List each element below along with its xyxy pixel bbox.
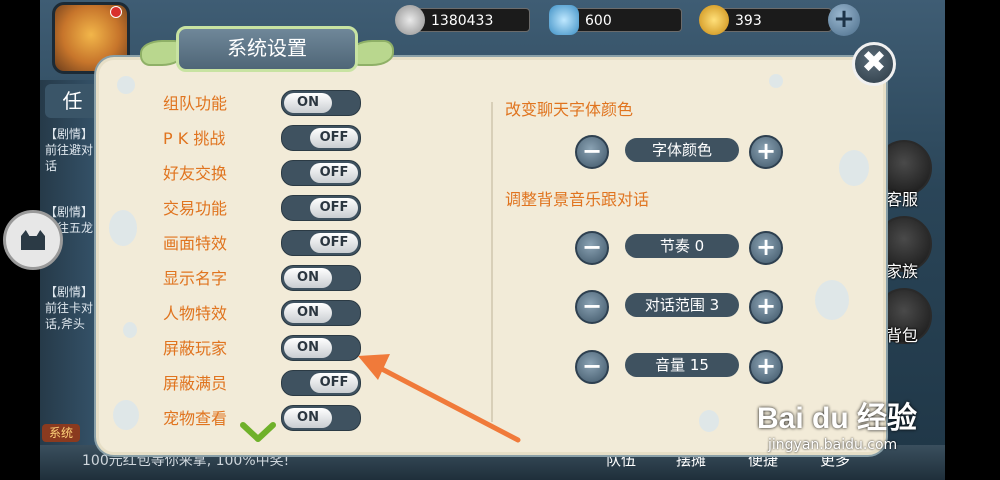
decor-spot [117,76,135,94]
silver-counter: 1380433 [395,5,530,35]
crystal-icon [549,5,579,35]
toggle-knob: OFF [310,198,358,218]
audio-heading: 调整背景音乐跟对话 [505,190,650,209]
toggle-knob: ON [284,268,332,288]
plus-icon[interactable]: + [749,135,783,169]
quest-item[interactable]: 【剧情】前往卡对话,斧头 [45,284,100,332]
add-currency-button[interactable]: + [828,4,860,36]
toggle-knob: ON [284,338,332,358]
setting-label: 人物特效 [163,304,228,323]
dialog-range-label: 对话范围 3 [625,293,739,317]
minus-icon[interactable]: − [575,290,609,324]
block-full-toggle[interactable]: OFF [281,370,361,396]
decor-spot [839,150,869,186]
volume-label: 音量 15 [625,353,739,377]
toggle-knob: ON [284,408,332,428]
decor-spot [769,74,783,88]
show-names-toggle[interactable]: ON [281,265,361,291]
setting-label: 交易功能 [163,199,228,218]
silver-coin-icon [395,5,425,35]
gold-coin-icon [699,5,729,35]
decor-spot [113,400,139,430]
block-players-toggle[interactable]: ON [281,335,361,361]
dialog-title: 系统设置 [176,26,358,72]
setting-label: 组队功能 [163,94,228,113]
rhythm-label: 节奏 0 [625,234,739,258]
toggle-knob: ON [284,93,332,113]
crystal-counter: 600 [549,5,682,35]
decor-spot [815,280,849,320]
chat-font-heading: 改变聊天字体颜色 [505,100,634,119]
minus-icon[interactable]: − [575,135,609,169]
setting-label: 屏蔽玩家 [163,339,228,358]
watermark-url: jingyan.baidu.com [768,437,898,453]
friend-exchange-toggle[interactable]: OFF [281,160,361,186]
chevron-down-icon[interactable] [240,420,276,444]
team-toggle[interactable]: ON [281,90,361,116]
decor-spot [699,410,719,432]
quest-item[interactable]: 【剧情】前往避对话 [45,126,100,174]
toggle-knob: ON [284,303,332,323]
setting-label: 显示名字 [163,269,228,288]
toggle-knob: OFF [310,128,358,148]
setting-label: 好友交换 [163,164,228,183]
system-tag: 系统 [42,424,80,442]
quest-tab[interactable]: 任 [45,84,100,118]
crystal-value: 600 [585,13,612,29]
decor-spot [109,210,137,246]
plus-icon[interactable]: + [749,290,783,324]
notification-dot [110,6,122,18]
plus-icon[interactable]: + [749,350,783,384]
character-effects-toggle[interactable]: ON [281,300,361,326]
font-color-label: 字体颜色 [625,138,739,162]
pk-toggle[interactable]: OFF [281,125,361,151]
screen-effects-toggle[interactable]: OFF [281,230,361,256]
watermark-brand: Bai du 经验 [757,402,918,435]
silver-value: 1380433 [431,13,494,29]
pet-view-toggle[interactable]: ON [281,405,361,431]
cat-icon [21,230,45,250]
decor-spot [123,322,137,338]
trade-toggle[interactable]: OFF [281,195,361,221]
setting-label: 画面特效 [163,234,228,253]
plus-icon[interactable]: + [749,231,783,265]
minus-icon[interactable]: − [575,231,609,265]
setting-label: P K 挑战 [163,129,226,148]
toggle-knob: OFF [310,233,358,253]
toggle-knob: OFF [310,163,358,183]
minus-icon[interactable]: − [575,350,609,384]
gold-value: 393 [735,13,762,29]
setting-label: 屏蔽满员 [163,374,228,393]
gold-counter: 393 [699,5,832,35]
close-icon[interactable]: ✖ [852,42,896,86]
annotation-arrow [358,354,521,443]
floating-assistant-button[interactable] [3,210,63,270]
